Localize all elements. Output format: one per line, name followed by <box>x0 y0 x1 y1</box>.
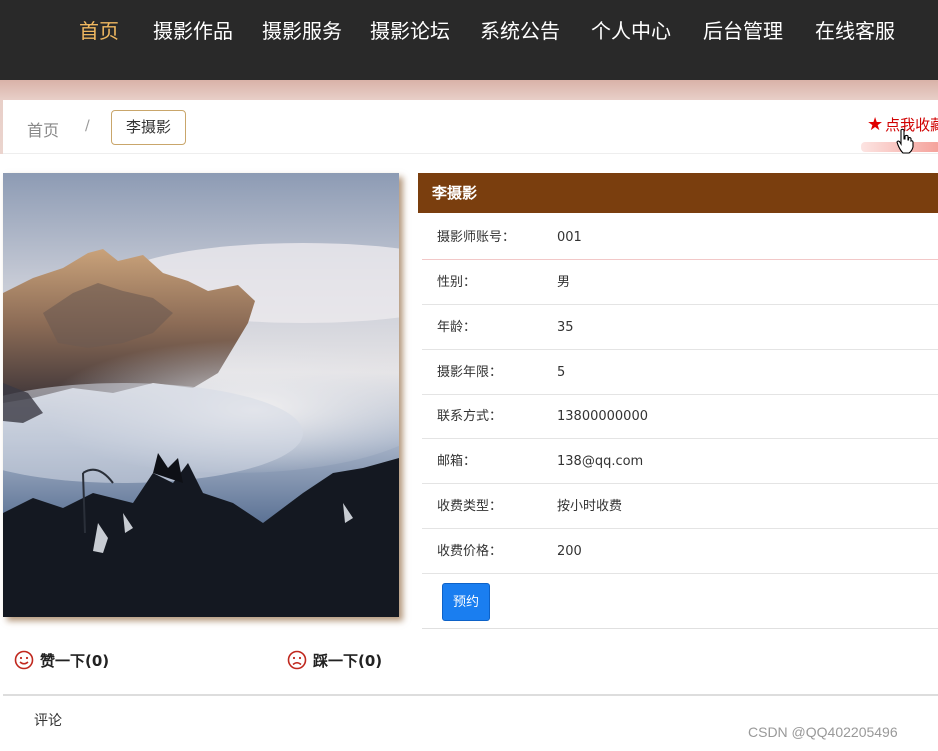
breadcrumb: 首页 / 李摄影 ★ 点我收藏 <box>3 100 938 154</box>
top-navigation: 首页 摄影作品 摄影服务 摄影论坛 系统公告 个人中心 后台管理 在线客服 <box>0 0 938 80</box>
like-button[interactable]: 赞一下(0) <box>14 650 109 671</box>
detail-value: 001 <box>557 230 582 245</box>
booking-row: 预约 <box>422 574 938 629</box>
breadcrumb-separator: / <box>85 118 90 134</box>
nav-item-services[interactable]: 摄影服务 <box>262 14 342 48</box>
nav-item-personal-center[interactable]: 个人中心 <box>591 14 671 48</box>
watermark: CSDN @QQ402205496 <box>748 724 898 740</box>
nav-item-admin[interactable]: 后台管理 <box>703 14 783 48</box>
detail-label: 收费价格： <box>437 544 503 559</box>
dislike-label: 踩一下(0) <box>313 652 383 670</box>
detail-row-gender: 性别： 男 <box>422 260 938 305</box>
detail-row-fee-price: 收费价格： 200 <box>422 529 938 574</box>
detail-label: 邮箱： <box>437 454 477 469</box>
nav-item-customer-service[interactable]: 在线客服 <box>815 14 895 48</box>
nav-item-home[interactable]: 首页 <box>79 14 119 48</box>
detail-value: 男 <box>557 275 571 290</box>
frown-icon <box>287 650 307 670</box>
smile-icon <box>14 650 34 670</box>
detail-value: 138@qq.com <box>557 454 644 469</box>
detail-row-contact: 联系方式： 13800000000 <box>422 394 938 439</box>
detail-row-age: 年龄： 35 <box>422 305 938 350</box>
detail-value: 13800000000 <box>557 409 648 424</box>
photographer-photo <box>3 173 399 617</box>
detail-label: 年龄： <box>437 320 477 335</box>
star-icon: ★ <box>867 114 884 135</box>
detail-value: 5 <box>557 365 566 380</box>
comments-title: 评论 <box>34 713 62 729</box>
detail-label: 联系方式： <box>437 409 503 424</box>
detail-label: 性别： <box>437 275 477 290</box>
detail-value: 200 <box>557 544 582 559</box>
breadcrumb-current: 李摄影 <box>111 110 187 145</box>
breadcrumb-home[interactable]: 首页 <box>27 117 59 141</box>
like-label: 赞一下(0) <box>40 652 110 670</box>
photographer-name-header: 李摄影 <box>418 173 938 213</box>
detail-label: 摄影师账号： <box>437 230 516 245</box>
book-button[interactable]: 预约 <box>442 583 490 621</box>
detail-row-fee-type: 收费类型： 按小时收费 <box>422 484 938 529</box>
detail-row-email: 邮箱： 138@qq.com <box>422 439 938 484</box>
detail-label: 摄影年限： <box>437 365 503 380</box>
nav-item-announcements[interactable]: 系统公告 <box>480 14 560 48</box>
comments-section: 评论 <box>3 694 938 751</box>
detail-row-account: 摄影师账号： 001 <box>422 215 938 260</box>
detail-value: 按小时收费 <box>557 499 623 514</box>
detail-value: 35 <box>557 320 574 335</box>
detail-row-experience: 摄影年限： 5 <box>422 350 938 395</box>
nav-item-works[interactable]: 摄影作品 <box>153 14 233 48</box>
nav-item-forum[interactable]: 摄影论坛 <box>370 14 450 48</box>
dislike-button[interactable]: 踩一下(0) <box>287 650 382 671</box>
hand-cursor-icon <box>896 128 914 154</box>
detail-label: 收费类型： <box>437 499 503 514</box>
